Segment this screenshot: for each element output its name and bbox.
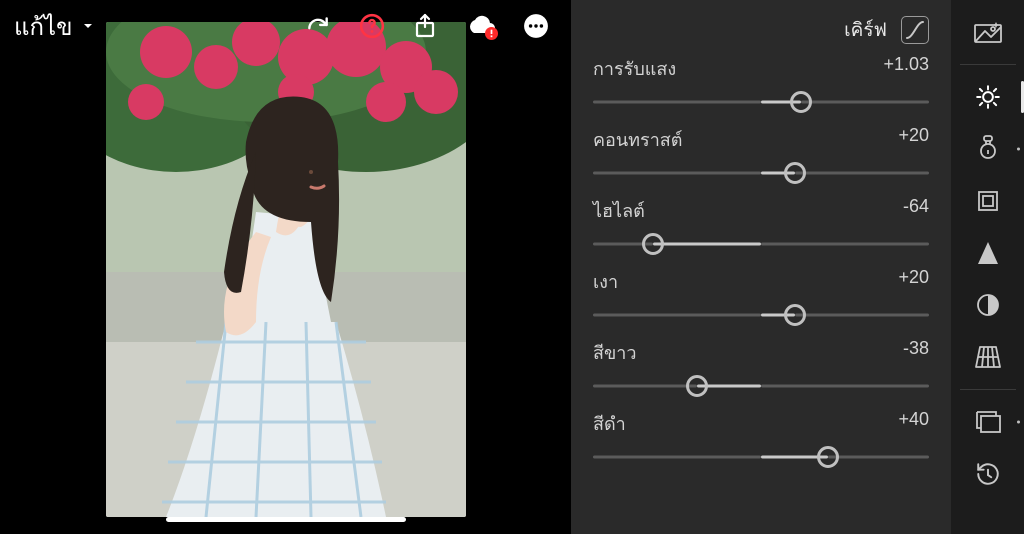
toolbar-icon-group <box>305 13 549 39</box>
slider-thumb[interactable] <box>817 446 839 468</box>
slider-label: สีดำ <box>593 409 626 438</box>
auto-icon[interactable] <box>951 6 1024 58</box>
cloud-sync-icon[interactable] <box>465 15 495 37</box>
versions-icon[interactable] <box>951 448 1024 500</box>
slider-value: +20 <box>898 267 929 296</box>
share-icon[interactable] <box>413 13 437 39</box>
app-root: แก้ไข <box>0 0 1024 534</box>
slider-label: ไฮไลต์ <box>593 196 645 225</box>
home-indicator[interactable] <box>166 517 406 522</box>
crop-icon[interactable] <box>951 175 1024 227</box>
slider-row: คอนทราสต์ +20 <box>593 125 929 186</box>
more-icon[interactable] <box>523 13 549 39</box>
slider-value: +20 <box>898 125 929 154</box>
color-icon[interactable] <box>951 123 1024 175</box>
adjustments-panel: เคิร์ฟ การรับแสง +1.03 คอนทราสต์ +20 ไฮไลต์ -… <box>571 0 951 534</box>
curve-label[interactable]: เคิร์ฟ <box>844 15 887 45</box>
slider-row: สีดำ +40 <box>593 409 929 470</box>
slider-track[interactable] <box>593 89 929 115</box>
canvas-pane: แก้ไข <box>0 0 571 534</box>
tool-rail <box>951 0 1024 534</box>
help-icon[interactable] <box>359 13 385 39</box>
slider-value: -64 <box>903 196 929 225</box>
slider-row: การรับแสง +1.03 <box>593 54 929 115</box>
slider-thumb[interactable] <box>642 233 664 255</box>
geometry-icon[interactable] <box>951 331 1024 383</box>
slider-value: +40 <box>898 409 929 438</box>
slider-row: ไฮไลต์ -64 <box>593 196 929 257</box>
slider-thumb[interactable] <box>790 91 812 113</box>
top-toolbar: แก้ไข <box>0 0 571 52</box>
slider-track[interactable] <box>593 231 929 257</box>
redo-icon[interactable] <box>305 13 331 39</box>
slider-label: คอนทราสต์ <box>593 125 682 154</box>
panel-header: เคิร์ฟ <box>593 12 929 48</box>
slider-track[interactable] <box>593 444 929 470</box>
mode-dropdown-caret-icon[interactable] <box>82 20 94 32</box>
slider-thumb[interactable] <box>686 375 708 397</box>
light-icon[interactable] <box>951 71 1024 123</box>
slider-track[interactable] <box>593 302 929 328</box>
slider-label: การรับแสง <box>593 54 676 83</box>
presets-icon[interactable] <box>951 396 1024 448</box>
slider-track[interactable] <box>593 373 929 399</box>
photo-preview[interactable] <box>106 22 466 517</box>
slider-label: สีขาว <box>593 338 637 367</box>
effects-icon[interactable] <box>951 227 1024 279</box>
mode-label[interactable]: แก้ไข <box>14 7 72 46</box>
slider-track[interactable] <box>593 160 929 186</box>
slider-thumb[interactable] <box>784 162 806 184</box>
slider-value: +1.03 <box>883 54 929 83</box>
slider-value: -38 <box>903 338 929 367</box>
slider-label: เงา <box>593 267 618 296</box>
sliders-list: การรับแสง +1.03 คอนทราสต์ +20 ไฮไลต์ -64 เงา +2… <box>593 54 929 470</box>
slider-thumb[interactable] <box>784 304 806 326</box>
slider-row: เงา +20 <box>593 267 929 328</box>
slider-row: สีขาว -38 <box>593 338 929 399</box>
curve-icon[interactable] <box>901 16 929 44</box>
optics-icon[interactable] <box>951 279 1024 331</box>
